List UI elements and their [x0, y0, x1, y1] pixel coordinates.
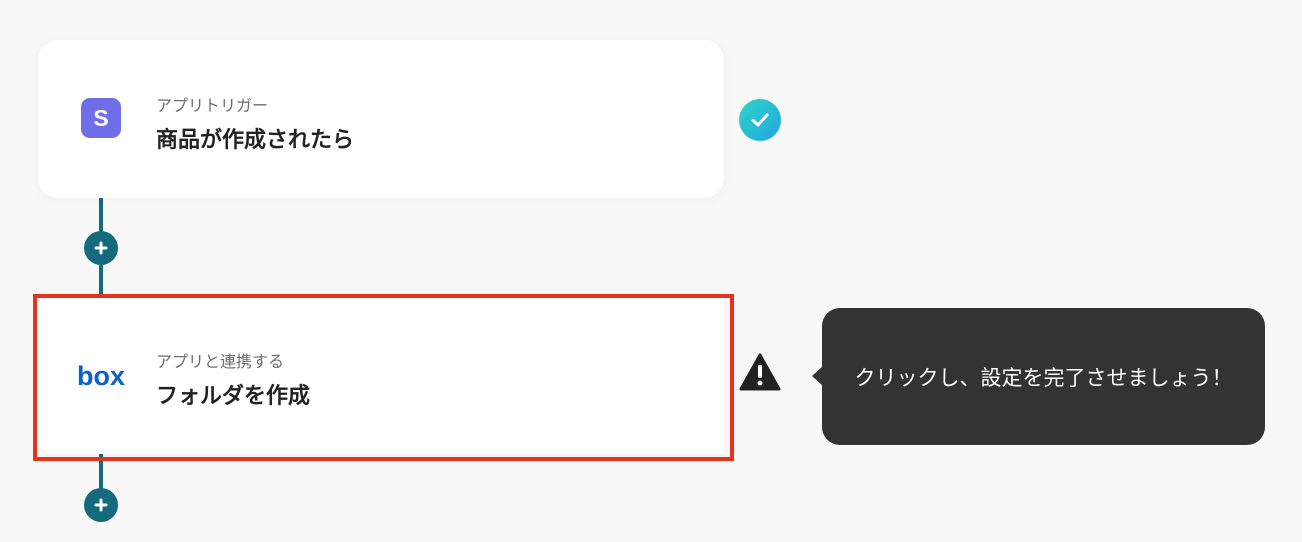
box-logo-text: box	[77, 361, 125, 391]
add-step-button[interactable]	[84, 231, 118, 265]
tooltip-text: クリックし、設定を完了させましょう！	[854, 365, 1233, 390]
step-title: フォルダを作成	[156, 384, 311, 409]
completed-check-icon	[739, 99, 781, 141]
stripe-logo-icon: S	[81, 98, 121, 138]
box-logo-icon: box	[74, 354, 128, 394]
flow-step-card-action[interactable]: box アプリと連携する フォルダを作成	[38, 298, 724, 454]
step-type-label: アプリトリガー	[156, 96, 269, 115]
flow-step-card-trigger[interactable]: S アプリトリガー 商品が作成されたら	[38, 40, 724, 198]
plus-icon	[94, 241, 108, 255]
plus-icon	[94, 498, 108, 512]
stripe-logo-letter: S	[93, 105, 108, 131]
warning-icon	[738, 352, 782, 392]
setup-hint-tooltip: クリックし、設定を完了させましょう！	[822, 308, 1265, 445]
add-step-button[interactable]	[84, 488, 118, 522]
step-type-label: アプリと連携する	[156, 352, 285, 371]
step-title: 商品が作成されたら	[156, 128, 355, 153]
